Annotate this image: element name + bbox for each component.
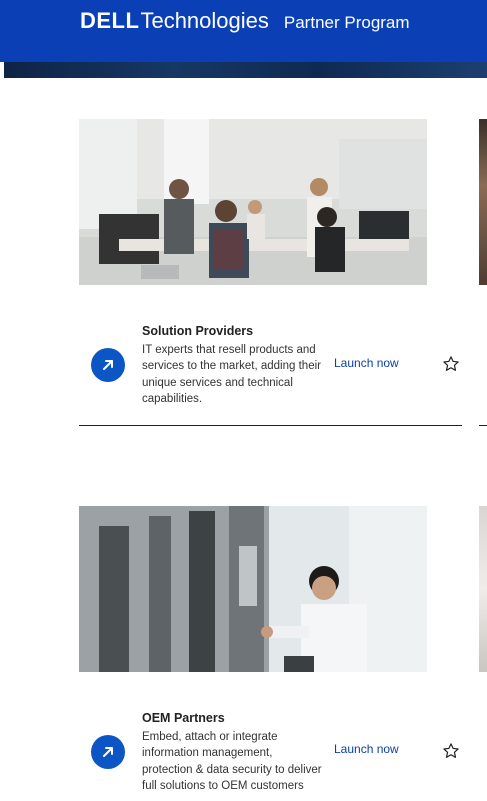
next-card-divider-partial — [479, 425, 487, 426]
card-description: IT experts that resell products and serv… — [142, 344, 321, 405]
card-title: OEM Partners — [142, 711, 225, 725]
launch-arrow-button[interactable] — [91, 735, 125, 769]
launch-arrow-button[interactable] — [91, 348, 125, 382]
header-banner-image — [4, 62, 487, 78]
dell-technologies-logo[interactable]: DELL Technologies Partner Program — [80, 8, 410, 34]
card-image-datacenter-engineer — [79, 506, 427, 672]
launch-now-link[interactable]: Launch now — [334, 356, 399, 370]
star-outline-icon[interactable] — [442, 355, 460, 373]
program-card-oem-partners: OEM Partners Embed, attach or integrate … — [79, 506, 462, 801]
next-card-image-partial — [479, 506, 487, 672]
site-header: DELL Technologies Partner Program — [0, 0, 487, 62]
card-description: Embed, attach or integrate information m… — [142, 731, 322, 792]
card-image-office-team — [79, 119, 427, 285]
card-title: Solution Providers — [142, 324, 254, 338]
arrow-up-right-icon — [103, 747, 113, 757]
logo-brand: DELL — [80, 8, 140, 33]
arrow-up-right-icon — [103, 360, 113, 370]
program-title: Partner Program — [283, 13, 410, 32]
logo-product: Technologies — [140, 8, 269, 33]
next-card-image-partial — [479, 119, 487, 285]
program-card-solution-providers: Solution Providers IT experts that resel… — [79, 119, 462, 427]
launch-now-link[interactable]: Launch now — [334, 742, 399, 756]
star-outline-icon[interactable] — [442, 742, 460, 760]
card-divider — [79, 425, 462, 426]
